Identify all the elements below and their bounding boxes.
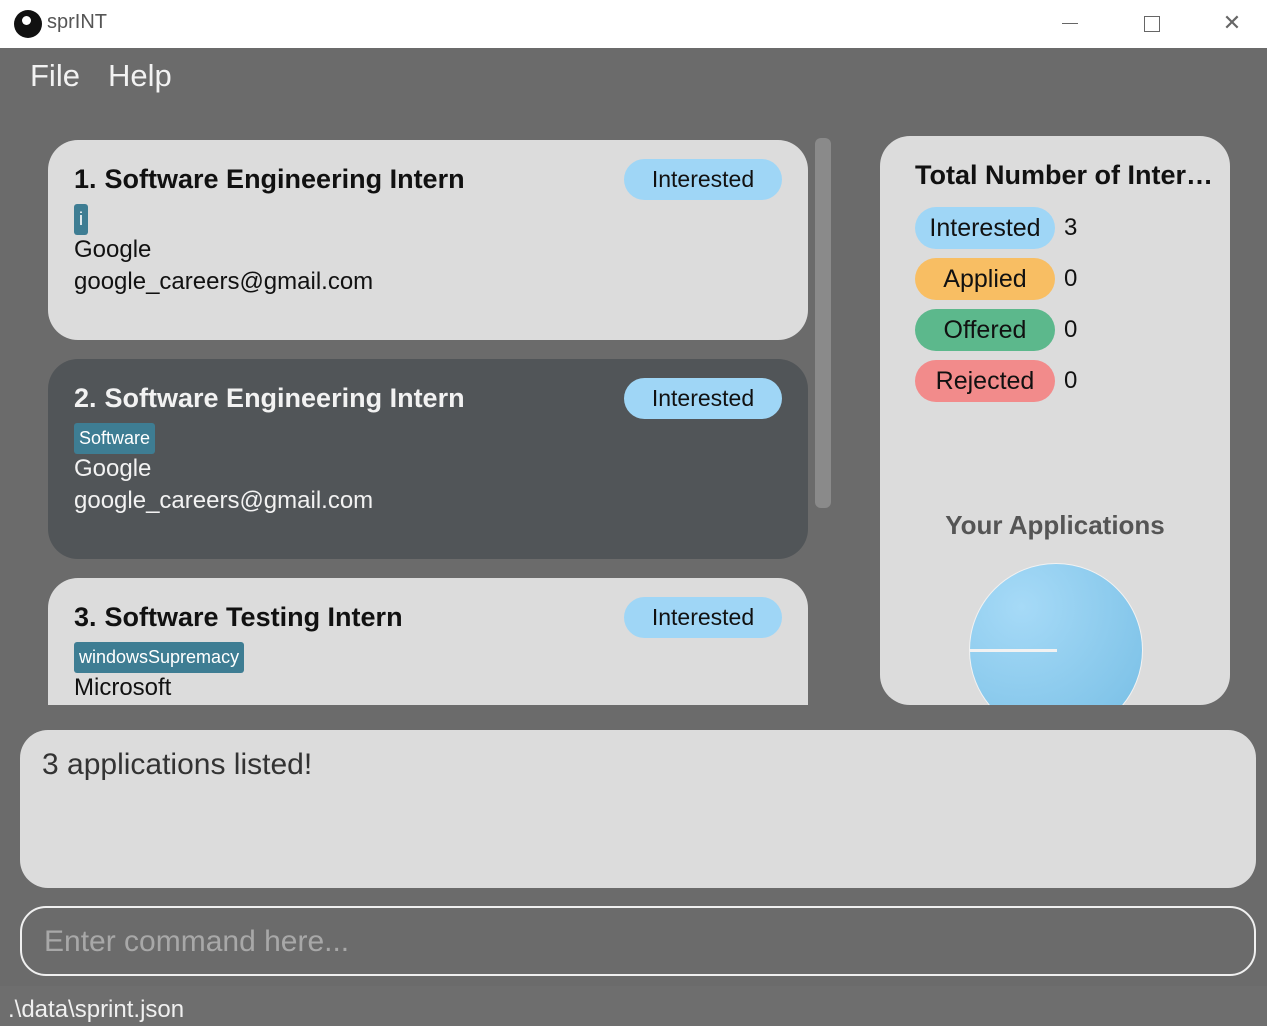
card-title: 3. Software Testing Intern <box>74 602 403 633</box>
card-index: 3. <box>74 602 97 632</box>
status-badge: Interested <box>624 378 782 419</box>
card-email: google_careers@gmail.com <box>74 268 374 295</box>
stat-label: Offered <box>915 309 1055 351</box>
close-button[interactable]: ✕ <box>1192 0 1267 48</box>
statistics-panel: Total Number of Internships Interested 3… <box>880 136 1230 705</box>
window-title: sprINT <box>47 11 107 33</box>
card-title: 1. Software Engineering Intern <box>74 164 465 195</box>
menu-file[interactable]: File <box>30 58 80 94</box>
pie-chart-title: Your Applications <box>945 510 1165 540</box>
card-tag: Software <box>74 423 156 454</box>
card-role: Software Testing Intern <box>104 602 403 632</box>
card-company: Google <box>74 236 152 263</box>
status-badge: Interested <box>624 597 782 638</box>
application-card[interactable]: 1. Software Engineering Intern Interested… <box>48 140 808 340</box>
card-email: google_careers@gmail.com <box>74 487 374 514</box>
stat-label: Rejected <box>915 360 1055 402</box>
stat-count: 0 <box>1064 265 1078 292</box>
title-bar: sprINT ✕ <box>0 0 1267 48</box>
card-tag: windowsSupremacy <box>74 642 245 673</box>
stat-count: 3 <box>1064 214 1078 241</box>
minimize-icon <box>1062 23 1078 24</box>
card-company: Microsoft <box>74 674 172 701</box>
result-display: 3 applications listed! <box>20 730 1256 888</box>
minimize-button[interactable] <box>1030 0 1110 48</box>
pie-slice-interested <box>969 563 1143 705</box>
command-input[interactable] <box>42 918 1226 966</box>
stats-title: Total Number of Internships <box>915 160 1220 190</box>
card-role: Software Engineering Intern <box>104 383 465 413</box>
stat-label: Interested <box>915 207 1055 249</box>
command-box[interactable] <box>20 906 1256 976</box>
pie-slice-divider <box>970 649 1057 652</box>
result-message: 3 applications listed! <box>42 748 313 781</box>
status-badge: Interested <box>624 159 782 200</box>
stat-label: Applied <box>915 258 1055 300</box>
maximize-icon <box>1144 16 1160 32</box>
application-list[interactable]: 1. Software Engineering Intern Interested… <box>48 138 810 705</box>
data-file-path: .\data\sprint.json <box>8 996 185 1023</box>
application-card[interactable]: 3. Software Testing Intern Interested win… <box>48 578 808 705</box>
app-logo-icon <box>14 10 42 38</box>
card-index: 1. <box>74 164 97 194</box>
stat-count: 0 <box>1064 316 1078 343</box>
card-title: 2. Software Engineering Intern <box>74 383 465 414</box>
menu-help[interactable]: Help <box>108 58 172 94</box>
card-tag: i <box>74 204 88 235</box>
card-company: Google <box>74 455 152 482</box>
close-icon: ✕ <box>1222 11 1242 36</box>
list-scrollbar[interactable] <box>815 138 831 508</box>
application-card-selected[interactable]: 2. Software Engineering Intern Interested… <box>48 359 808 559</box>
stat-count: 0 <box>1064 367 1078 394</box>
status-bar: .\data\sprint.json <box>0 986 1267 1026</box>
card-role: Software Engineering Intern <box>104 164 465 194</box>
maximize-button[interactable] <box>1111 0 1191 48</box>
card-index: 2. <box>74 383 97 413</box>
